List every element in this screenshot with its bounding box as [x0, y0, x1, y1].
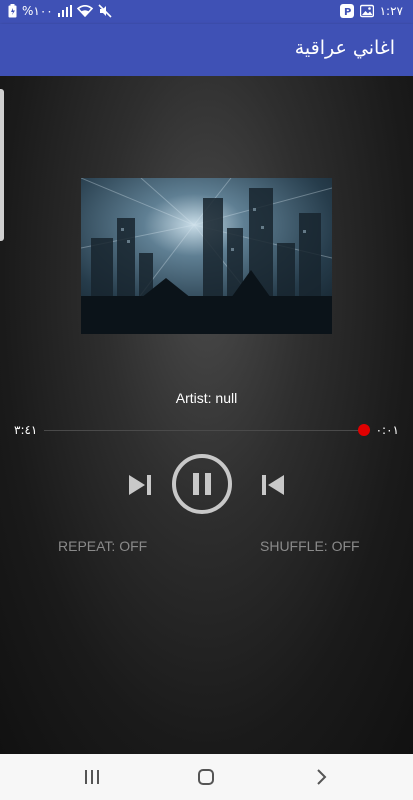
time-elapsed: ٣:٤١ — [14, 423, 38, 437]
home-icon — [198, 769, 214, 785]
player-area: Artist: null ٣:٤١ ٠:٠١ REPEAT: OFF SHUFF… — [0, 76, 413, 754]
skip-next-icon — [129, 475, 151, 495]
parking-app-icon: P — [339, 4, 354, 18]
artist-label: Artist: null — [175, 390, 238, 406]
signal-icon — [57, 5, 72, 17]
clock: ١:٢٧ — [379, 4, 403, 18]
battery-icon — [8, 4, 17, 18]
gallery-icon — [359, 4, 374, 18]
back-icon — [317, 769, 327, 785]
skip-previous-icon — [262, 475, 284, 495]
pause-icon — [193, 473, 211, 495]
seek-bar[interactable] — [44, 424, 370, 436]
status-left: %١٠٠ — [8, 4, 112, 18]
back-button[interactable] — [310, 766, 334, 788]
svg-text:P: P — [344, 7, 351, 18]
recent-apps-button[interactable] — [80, 766, 104, 788]
time-total: ٠:٠١ — [375, 423, 399, 437]
shuffle-toggle[interactable]: SHUFFLE: OFF — [260, 538, 360, 554]
status-right: P ١:٢٧ — [339, 4, 403, 18]
recent-apps-icon — [85, 770, 99, 784]
seek-thumb[interactable] — [358, 424, 370, 436]
status-bar: %١٠٠ P ١:٢٧ — [0, 0, 413, 24]
home-button[interactable] — [194, 766, 218, 788]
drawer-handle[interactable] — [0, 89, 4, 241]
battery-text: %١٠٠ — [22, 4, 53, 18]
album-art — [81, 178, 332, 334]
navigation-bar — [0, 754, 413, 800]
wifi-icon — [76, 5, 93, 17]
previous-button[interactable] — [256, 469, 288, 501]
repeat-toggle[interactable]: REPEAT: OFF — [58, 538, 147, 554]
mute-icon — [98, 4, 112, 18]
app-bar: اغاني عراقية — [0, 24, 413, 76]
next-button[interactable] — [125, 469, 157, 501]
app-title: اغاني عراقية — [294, 37, 395, 59]
play-pause-button[interactable] — [172, 454, 232, 514]
